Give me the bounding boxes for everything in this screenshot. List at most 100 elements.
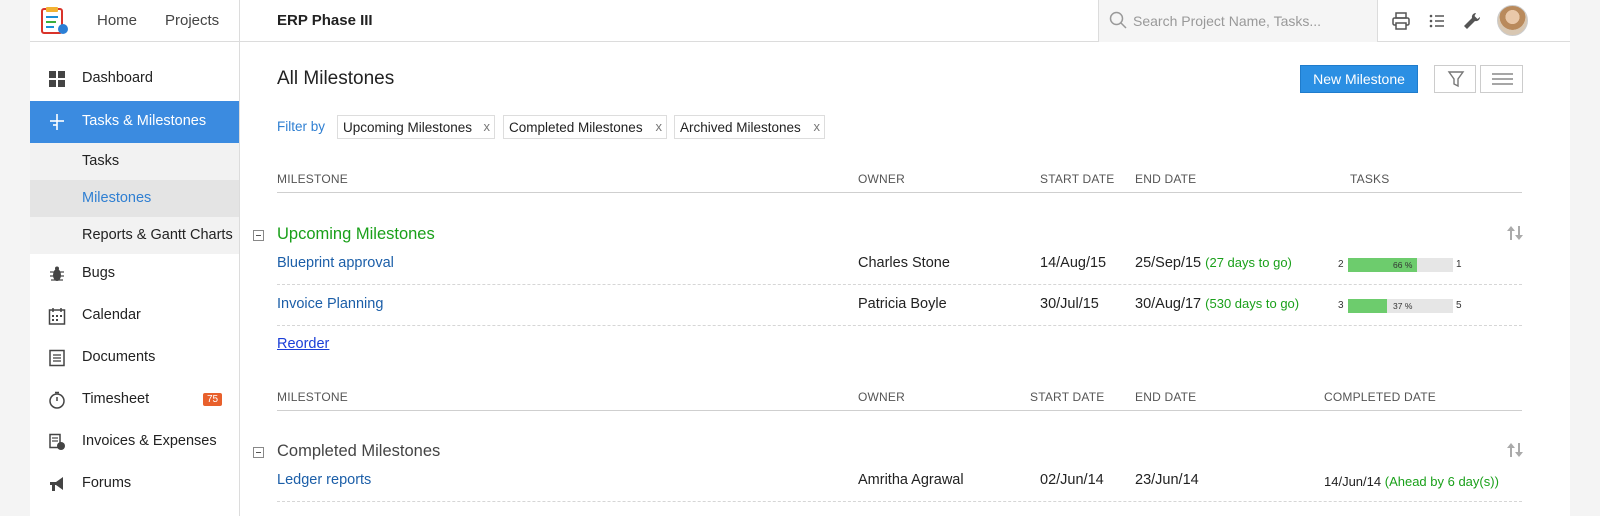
column-header-end-date[interactable]: END DATE [1135, 390, 1196, 404]
filter-button[interactable] [1434, 65, 1476, 93]
group-title-upcoming: Upcoming Milestones [277, 225, 435, 243]
tasks-milestones-icon [50, 114, 64, 130]
app-window: Home Projects ERP Phase III Search Proje… [30, 0, 1570, 516]
column-header-milestone[interactable]: MILESTONE [277, 390, 348, 404]
sidebar-subitem-tasks[interactable]: Tasks [30, 143, 239, 180]
search-box [1098, 0, 1378, 42]
sidebar-subitem-label: Reports & Gantt Charts [82, 227, 233, 243]
sidebar-item-label: Calendar [82, 307, 141, 323]
printer-icon[interactable] [1391, 11, 1411, 31]
sidebar-item-timesheet[interactable]: Timesheet 75 [30, 379, 239, 421]
remove-filter-icon[interactable]: x [484, 119, 491, 134]
invoice-icon [49, 433, 65, 450]
search-icon [1109, 11, 1127, 29]
progress-percent: 37 % [1393, 301, 1413, 311]
start-date: 30/Jul/15 [1040, 296, 1099, 312]
project-title[interactable]: ERP Phase III [277, 12, 373, 29]
days-remaining: (27 days to go) [1205, 255, 1292, 270]
sidebar-item-bugs[interactable]: Bugs [30, 253, 239, 295]
main-content: All Milestones New Milestone Filter by U… [240, 42, 1570, 516]
start-date: 14/Aug/15 [1040, 255, 1107, 271]
sidebar-item-invoices-expenses[interactable]: Invoices & Expenses [30, 421, 239, 463]
end-date-value: 30/Aug/17 [1135, 296, 1202, 312]
end-date: 30/Aug/17 (530 days to go) [1135, 296, 1299, 312]
sidebar: Dashboard Tasks & Milestones Tasks Miles… [30, 42, 240, 516]
sort-arrows-icon[interactable] [1506, 442, 1524, 458]
open-task-count: 3 [1338, 300, 1344, 311]
collapse-upcoming-icon[interactable] [253, 230, 264, 241]
column-header-start-date[interactable]: START DATE [1040, 172, 1114, 186]
end-date-value: 25/Sep/15 [1135, 255, 1202, 271]
filter-chip-upcoming: Upcoming Milestones x [337, 115, 495, 139]
sidebar-item-forums[interactable]: Forums [30, 463, 239, 505]
sidebar-item-documents[interactable]: Documents [30, 337, 239, 379]
filter-chip-label: Upcoming Milestones [343, 120, 473, 135]
column-header-end-date[interactable]: END DATE [1135, 172, 1196, 186]
nav-projects[interactable]: Projects [165, 12, 219, 29]
reorder-link[interactable]: Reorder [277, 336, 329, 352]
sidebar-item-label: Tasks & Milestones [82, 113, 207, 129]
timesheet-count-badge: 75 [203, 393, 223, 406]
top-bar: Home Projects ERP Phase III [30, 0, 1570, 42]
column-header-completed-date[interactable]: COMPLETED DATE [1324, 390, 1436, 404]
row-divider [277, 325, 1522, 326]
column-header-owner[interactable]: OWNER [858, 172, 905, 186]
filter-by-label: Filter by [277, 119, 326, 134]
search-input[interactable] [1133, 10, 1369, 32]
megaphone-icon [50, 477, 63, 491]
row-divider [277, 284, 1522, 285]
sidebar-item-tasks-milestones[interactable]: Tasks & Milestones [30, 101, 239, 143]
nav-home[interactable]: Home [97, 12, 137, 29]
sidebar-item-label: Documents [82, 349, 156, 365]
days-remaining: (530 days to go) [1205, 296, 1300, 311]
page-title: All Milestones [277, 68, 395, 89]
column-header-owner[interactable]: OWNER [858, 390, 905, 404]
owner-name: Patricia Boyle [858, 296, 947, 312]
header-divider [277, 192, 1522, 193]
ahead-note: (Ahead by 6 day(s)) [1384, 474, 1499, 489]
sidebar-item-dashboard[interactable]: Dashboard [30, 58, 239, 100]
remove-filter-icon[interactable]: x [814, 119, 821, 134]
column-header-tasks[interactable]: TASKS [1350, 172, 1389, 186]
avatar[interactable] [1497, 5, 1528, 36]
filter-chip-completed: Completed Milestones x [503, 115, 667, 139]
sidebar-item-label: Forums [82, 475, 132, 491]
list-icon[interactable] [1427, 11, 1447, 31]
milestone-link[interactable]: Invoice Planning [277, 296, 383, 312]
calendar-icon [48, 308, 66, 325]
collapse-completed-icon[interactable] [253, 447, 264, 458]
milestone-link[interactable]: Ledger reports [277, 472, 371, 488]
sidebar-item-label: Timesheet [82, 391, 150, 407]
sort-arrows-icon[interactable] [1506, 225, 1524, 241]
task-progress-bar: 37 % [1348, 299, 1453, 313]
sidebar-subitem-milestones[interactable]: Milestones [30, 180, 239, 217]
open-task-count: 2 [1338, 259, 1344, 270]
sidebar-subitem-label: Tasks [82, 153, 120, 169]
filter-chip-label: Completed Milestones [509, 120, 643, 135]
milestone-link[interactable]: Blueprint approval [277, 255, 394, 271]
start-date: 02/Jun/14 [1040, 472, 1104, 488]
progress-fill [1348, 299, 1387, 313]
owner-name: Charles Stone [858, 255, 950, 271]
dashboard-icon [49, 71, 65, 87]
sidebar-item-label: Bugs [82, 265, 116, 281]
remove-filter-icon[interactable]: x [656, 119, 663, 134]
sidebar-item-calendar[interactable]: Calendar [30, 295, 239, 337]
column-header-start-date[interactable]: START DATE [1030, 390, 1104, 404]
column-header-milestone[interactable]: MILESTONE [277, 172, 348, 186]
app-logo-icon[interactable] [38, 5, 70, 37]
filter-chip-archived: Archived Milestones x [674, 115, 825, 139]
completed-date: 14/Jun/14 (Ahead by 6 day(s)) [1324, 474, 1499, 489]
new-milestone-button[interactable]: New Milestone [1300, 65, 1418, 93]
sidebar-item-label: Dashboard [82, 70, 153, 86]
hamburger-icon [1492, 73, 1513, 85]
closed-task-count: 1 [1456, 259, 1462, 270]
sidebar-subitem-reports-gantt[interactable]: Reports & Gantt Charts [30, 217, 239, 254]
sidebar-subitem-label: Milestones [82, 190, 152, 206]
filter-chip-label: Archived Milestones [680, 120, 801, 135]
bug-icon [50, 266, 64, 281]
funnel-icon [1447, 71, 1465, 88]
wrench-icon[interactable] [1462, 11, 1482, 31]
menu-button[interactable] [1480, 65, 1523, 93]
documents-icon [49, 349, 65, 367]
